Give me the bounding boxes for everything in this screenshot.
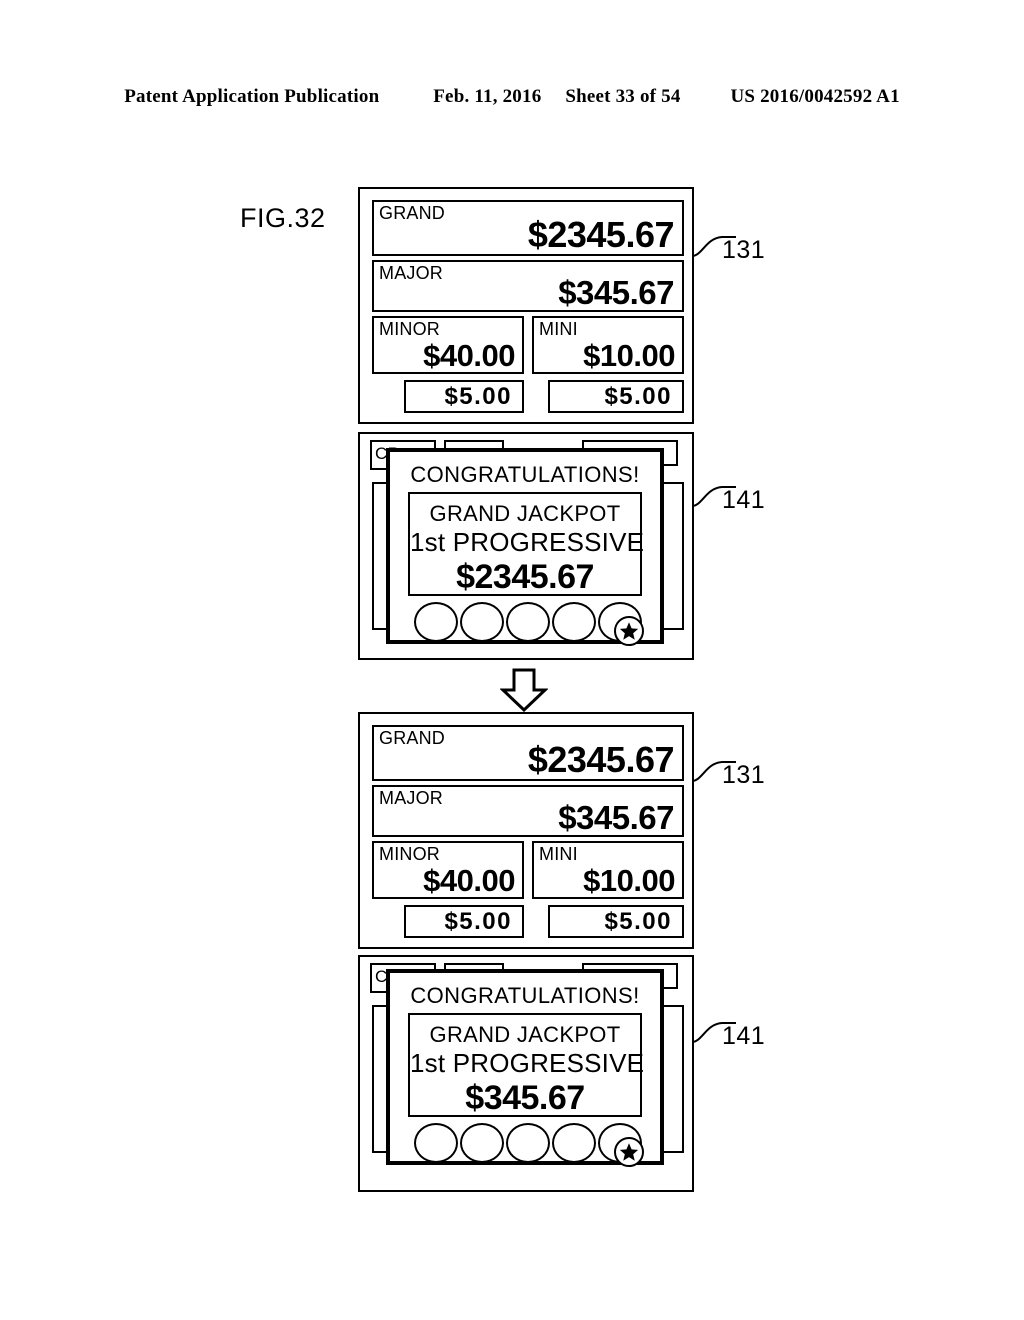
star-icon-badge-bottom <box>614 1137 644 1167</box>
meter-label-major: MAJOR <box>379 788 443 808</box>
dialog-jackpot-type-top: GRAND JACKPOT <box>429 501 621 526</box>
star-icon-badge-top <box>614 616 644 646</box>
meter-label-minor: MINOR <box>379 319 440 339</box>
dialog-message-box-top: GRAND JACKPOT 1st PROGRESSIVE $2345.67 <box>408 492 645 596</box>
bet-box-mini-top: $5.00 <box>548 380 684 413</box>
dialog-award-amount-top: $2345.67 <box>456 558 594 596</box>
dialog-title-top: CONGRATULATIONS! <box>410 462 640 487</box>
meter-label-mini: MINI <box>539 844 578 864</box>
reel-symbol-blank-4-top <box>552 602 596 642</box>
background-reel-strip-right-bottom <box>662 1005 684 1153</box>
meter-label-major: MAJOR <box>379 263 443 283</box>
bet-value-minor: $5.00 <box>444 382 512 410</box>
reel-symbol-blank-3-top <box>506 602 550 642</box>
meter-label-mini: MINI <box>539 319 578 339</box>
reel-symbol-row-top <box>414 602 644 646</box>
star-icon <box>619 622 639 640</box>
jackpot-meter-panel-bottom: GRAND $2345.67 MAJOR $345.67 MINOR $40.0… <box>358 712 694 949</box>
reel-symbol-blank-2-top <box>460 602 504 642</box>
reel-symbol-blank-1-top <box>414 602 458 642</box>
patent-header: Patent Application Publication Feb. 11, … <box>0 86 1024 108</box>
meter-value-major: $345.67 <box>558 274 674 311</box>
reference-numeral-131-bottom: 131 <box>722 761 766 789</box>
reference-numeral-141-top: 141 <box>722 486 766 514</box>
header-sheet-number: Sheet 33 of 54 <box>565 86 681 107</box>
header-publication-title: Patent Application Publication <box>124 86 380 107</box>
figure-label: FIG.32 <box>240 203 326 233</box>
meter-value-mini: $10.00 <box>583 863 675 898</box>
header-date: Feb. 11, 2016 <box>433 86 542 107</box>
dialog-jackpot-type-bottom: GRAND JACKPOT <box>429 1022 621 1047</box>
reference-numeral-141-bottom: 141 <box>722 1022 766 1050</box>
meter-row-mini-bottom: MINI $10.00 <box>532 841 684 899</box>
reel-symbol-blank-4-bottom <box>552 1123 596 1163</box>
dialog-progressive-level-top: 1st PROGRESSIVE <box>410 527 645 557</box>
dialog-award-amount-bottom: $345.67 <box>465 1079 585 1117</box>
meter-row-grand-top: GRAND $2345.67 <box>372 200 684 256</box>
meter-label-grand: GRAND <box>379 728 446 748</box>
dialog-title-bottom: CONGRATULATIONS! <box>410 983 640 1008</box>
down-arrow-icon <box>500 668 548 712</box>
meter-value-minor: $40.00 <box>423 338 515 373</box>
meter-label-grand: GRAND <box>379 203 446 223</box>
meter-row-minor-top: MINOR $40.00 <box>372 316 524 374</box>
congratulations-dialog-bottom: CONGRATULATIONS! GRAND JACKPOT 1st PROGR… <box>386 969 664 1167</box>
bet-box-mini-bottom: $5.00 <box>548 905 684 938</box>
meter-rows-container-bottom: GRAND $2345.67 MAJOR $345.67 MINOR $40.0… <box>372 725 684 940</box>
star-icon <box>619 1143 639 1161</box>
slot-screen-panel-top: CR CONGRATULATIONS! GRAND JACKPOT 1st PR… <box>358 432 694 660</box>
background-reel-strip-right-top <box>662 482 684 630</box>
jackpot-meter-panel-top: GRAND $2345.67 MAJOR $345.67 MINOR $40.0… <box>358 187 694 424</box>
header-patent-number: US 2016/0042592 A1 <box>730 86 900 107</box>
dialog-progressive-level-bottom: 1st PROGRESSIVE <box>410 1048 645 1078</box>
meter-value-mini: $10.00 <box>583 338 675 373</box>
reel-symbol-star-5-top <box>598 602 644 646</box>
meter-row-major-top: MAJOR $345.67 <box>372 260 684 312</box>
slot-screen-panel-bottom: CR CONGRATULATIONS! GRAND JACKPOT 1st PR… <box>358 955 694 1192</box>
meter-row-major-bottom: MAJOR $345.67 <box>372 785 684 837</box>
meter-value-grand: $2345.67 <box>527 739 675 780</box>
meter-value-grand: $2345.67 <box>527 214 675 255</box>
bet-value-mini: $5.00 <box>604 907 672 935</box>
bet-value-mini: $5.00 <box>604 382 672 410</box>
reel-symbol-row-bottom <box>414 1123 644 1167</box>
dialog-message-box-bottom: GRAND JACKPOT 1st PROGRESSIVE $345.67 <box>408 1013 645 1117</box>
bet-box-minor-bottom: $5.00 <box>404 905 524 938</box>
congratulations-dialog-top: CONGRATULATIONS! GRAND JACKPOT 1st PROGR… <box>386 448 664 646</box>
meter-label-minor: MINOR <box>379 844 440 864</box>
reel-symbol-star-5-bottom <box>598 1123 644 1167</box>
bet-value-minor: $5.00 <box>444 907 512 935</box>
meter-row-mini-top: MINI $10.00 <box>532 316 684 374</box>
meter-value-minor: $40.00 <box>423 863 515 898</box>
meter-row-grand-bottom: GRAND $2345.67 <box>372 725 684 781</box>
reel-symbol-blank-3-bottom <box>506 1123 550 1163</box>
reel-symbol-blank-1-bottom <box>414 1123 458 1163</box>
reference-numeral-131-top: 131 <box>722 236 766 264</box>
bet-box-minor-top: $5.00 <box>404 380 524 413</box>
meter-rows-container-top: GRAND $2345.67 MAJOR $345.67 MINOR $40.0… <box>372 200 684 415</box>
meter-row-minor-bottom: MINOR $40.00 <box>372 841 524 899</box>
meter-value-major: $345.67 <box>558 799 674 836</box>
reel-symbol-blank-2-bottom <box>460 1123 504 1163</box>
